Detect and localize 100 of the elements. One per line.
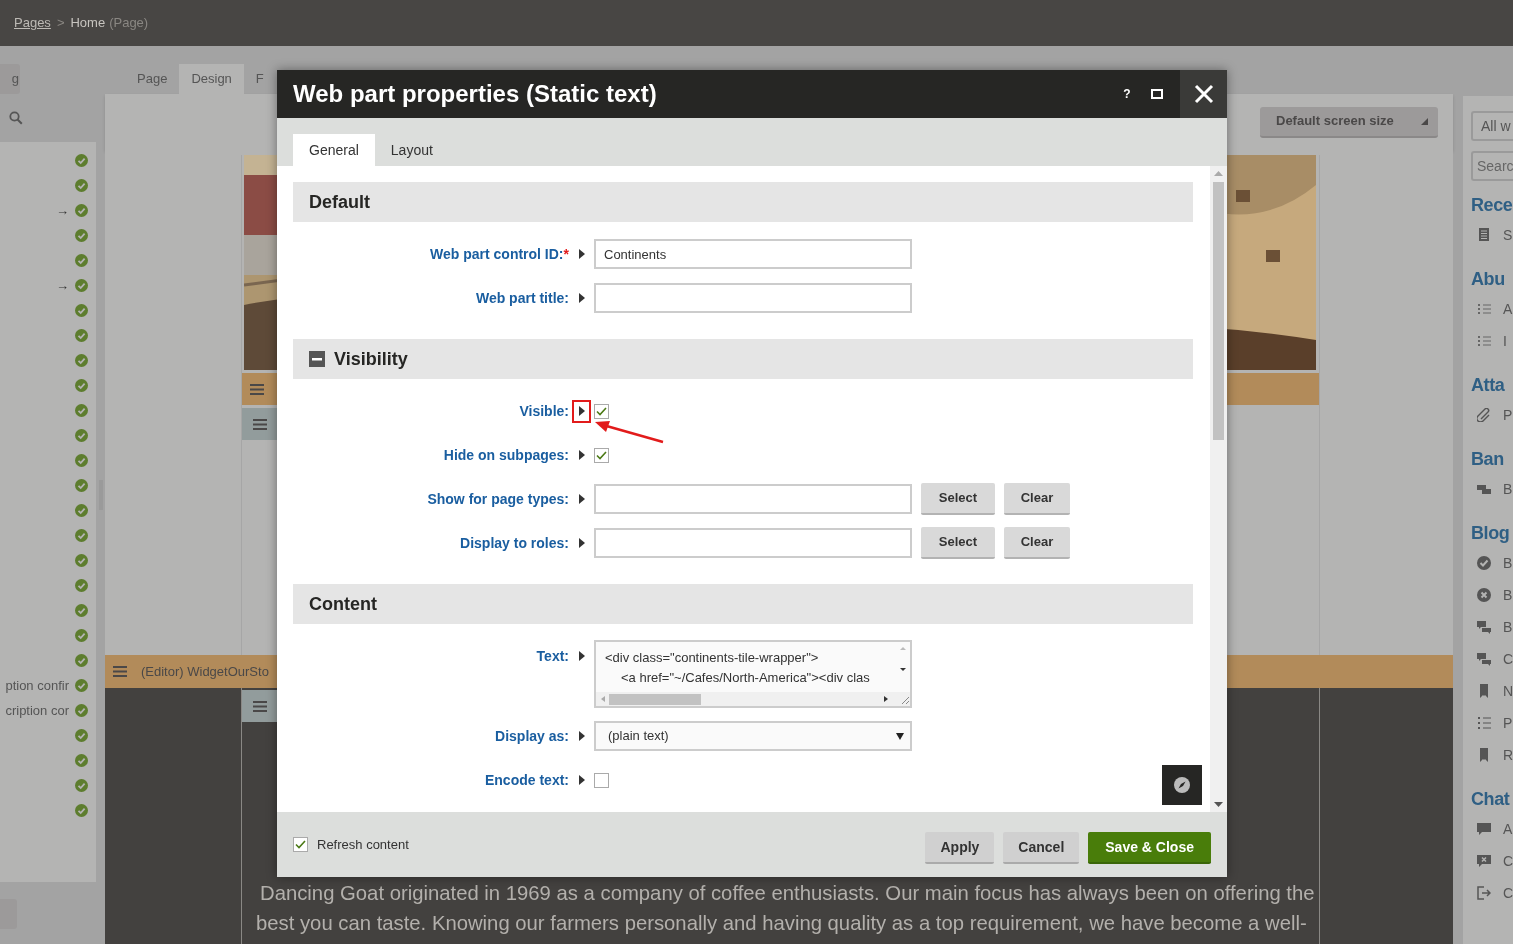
annotation-arrow [595,421,665,444]
widget-item[interactable]: B [1471,611,1513,643]
close-icon [1193,84,1214,104]
breadcrumb-separator: > [56,14,65,33]
field-label: Display as: [494,726,569,746]
search-field[interactable]: Searc [1471,151,1513,181]
menu-icon[interactable] [113,666,127,677]
checkmark-icon [596,450,607,460]
field-label: Display to roles: [459,533,569,553]
status-check-icon [75,554,88,567]
widget-item[interactable]: A [1471,293,1513,325]
scrollbar-thumb[interactable] [1213,182,1224,440]
maximize-icon[interactable] [1151,89,1163,99]
selector-field[interactable] [594,528,912,558]
selector-field[interactable] [594,484,912,514]
group-heading: Abu [1471,268,1506,291]
status-check-icon [75,179,88,192]
status-check-icon [75,204,88,217]
widget-item[interactable]: R [1471,739,1513,771]
text-field[interactable] [594,283,912,313]
page-tab[interactable]: Design [179,64,244,94]
selector-button[interactable]: Select [921,527,995,559]
selector-button[interactable]: Clear [1004,527,1070,559]
status-check-icon [75,404,88,417]
widget-item[interactable]: P [1471,707,1513,739]
status-check-icon [75,479,88,492]
selector-button[interactable]: Select [921,483,995,515]
selector-button[interactable]: Clear [1004,483,1070,515]
text-field[interactable]: Continents [594,239,912,269]
dialog-tab[interactable]: General [293,134,375,166]
save-button[interactable]: Save & Close [1088,832,1211,864]
group-heading: Atta [1471,374,1506,397]
search-icon[interactable] [9,111,23,125]
bookmark-icon [1477,748,1491,762]
widget-item[interactable]: C [1471,643,1513,675]
breadcrumb-link[interactable]: Pages [14,13,51,33]
dropdown[interactable]: (plain text) [594,721,912,751]
dialog-button[interactable]: Apply [925,832,995,864]
help-button[interactable]: ? [1120,85,1134,103]
widget-item[interactable]: C [1471,845,1513,877]
device-dropdown[interactable]: Default screen size [1260,106,1438,138]
page-tab[interactable]: F [243,64,276,94]
status-check-icon [75,729,88,742]
dialog-button[interactable]: Cancel [1003,832,1080,864]
webpart-handle[interactable] [242,408,278,440]
group-heading: Ban [1471,448,1505,471]
corner-caret-icon [1421,117,1428,125]
group-heading: Rece [1471,194,1513,217]
list-icon [1477,716,1491,730]
widget-item[interactable]: I [1471,325,1513,357]
status-check-icon [75,379,88,392]
status-check-icon [75,279,88,292]
widget-item[interactable]: N [1471,675,1513,707]
checkbox[interactable] [594,447,609,463]
scrollbar-thumb[interactable] [609,693,701,705]
group-heading: Blog [1471,522,1511,545]
chat-icon [1477,822,1491,836]
menu-icon[interactable] [250,383,264,395]
checkbox-label: Refresh content [317,835,409,854]
dialog-tab[interactable]: Layout [374,134,449,166]
widget-item[interactable]: A [1471,813,1513,845]
checkbox[interactable] [594,772,609,788]
status-check-icon [75,329,88,342]
widget-item[interactable]: P [1471,399,1513,431]
scroll-right-icon [882,695,890,703]
dialog-title: Web part properties (Static text) [293,79,658,109]
document-icon [1477,228,1491,242]
webpart-handle[interactable] [242,690,278,722]
menu-icon [253,700,267,712]
widget-item[interactable]: C [1471,877,1513,909]
body-text: best you can taste. Knowing our farmers personally and having quality as a top requirement, we have become a well- [255,911,1307,936]
compass-button[interactable] [1162,765,1202,805]
page-tab[interactable]: Page [125,64,180,94]
section-header[interactable]: Visibility [293,339,1193,379]
status-check-icon [75,704,88,717]
checkbox[interactable] [594,403,609,419]
panel-tab[interactable]: g [0,64,20,94]
row-label: cription cor [5,701,69,720]
status-check-icon [75,354,88,367]
banner-icon [1477,482,1491,496]
checklist-icon [1477,334,1491,348]
widget-item[interactable]: B [1471,547,1513,579]
status-check-icon [75,779,88,792]
close-button[interactable] [1180,70,1227,118]
scrollbar[interactable] [1210,166,1227,812]
field-label: Text: [535,647,569,666]
widget-item[interactable]: B [1471,579,1513,611]
paperclip-icon [1477,408,1491,422]
filter-dropdown[interactable]: All w [1471,111,1513,141]
status-check-icon [75,654,88,667]
field-label: Encode text: [484,770,569,790]
field-label: Visible: [518,401,569,421]
cross-circle-icon [1477,588,1491,602]
zone-title: (Editor) WidgetOurSto [141,662,269,681]
widget-item[interactable]: S [1471,219,1513,251]
status-check-icon [75,229,88,242]
field-label: Hide on subpages: [442,445,569,465]
code-editor[interactable]: <div class="continents-tile-wrapper"> <a href="~/Cafes/North-America"><div clas [594,640,912,708]
widget-item[interactable]: B [1471,473,1513,505]
checkbox[interactable] [293,837,308,852]
